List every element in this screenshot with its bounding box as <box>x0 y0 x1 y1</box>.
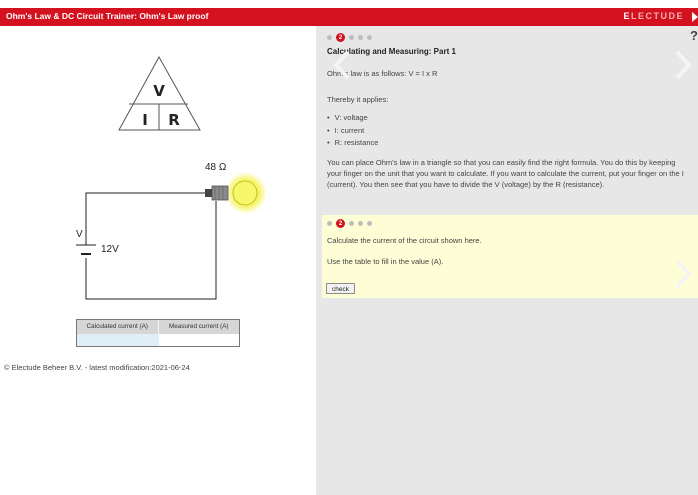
brand-arrow-icon <box>689 11 698 23</box>
copyright-footer: © Electude Beheer B.V. - latest modifica… <box>4 363 190 372</box>
help-button[interactable]: ? <box>690 28 698 43</box>
instruction-text: Use the table to fill in the value (A). <box>327 257 444 266</box>
list-item: R: resistance <box>327 137 379 150</box>
battery-symbol <box>76 244 96 255</box>
calculated-current-input[interactable] <box>77 334 159 346</box>
resistance-label: 48 Ω <box>205 162 227 173</box>
step-dot[interactable] <box>327 221 332 226</box>
current-table: Calculated current (A) Measured current … <box>76 319 240 347</box>
step-indicator-2: 2 <box>327 219 372 228</box>
triangle-r: R <box>168 111 180 129</box>
triangle-v: V <box>153 82 165 100</box>
measured-current-header: Measured current (A) <box>169 323 229 330</box>
instruction-panel: 2 ? Calculating and Measuring: Part 1 Oh… <box>316 26 698 495</box>
list-item: I: current <box>327 125 378 138</box>
triangle-i: I <box>142 111 148 129</box>
voltage-value-label: 12V <box>101 244 119 255</box>
voltage-source-label: V <box>76 229 83 240</box>
list-item: V: voltage <box>327 112 378 125</box>
explanation-paragraph: You can place Ohm's law in a triangle so… <box>327 158 684 190</box>
app-title: Ohm's Law & DC Circuit Trainer: Ohm's La… <box>6 11 209 21</box>
diagram-panel: V I R 48 Ω V 12V Calculated current (A) … <box>0 26 316 495</box>
step-dot[interactable] <box>367 221 372 226</box>
variable-list: V: voltage I: current R: resistance <box>327 112 379 150</box>
step-dot-active[interactable]: 2 <box>336 33 345 42</box>
applies-text: Thereby it applies: <box>327 95 389 104</box>
light-bulb <box>205 172 267 214</box>
question-text: Calculate the current of the circuit sho… <box>327 236 482 245</box>
top-strip <box>0 0 698 8</box>
electude-logo: ELECTUDE <box>623 11 684 21</box>
app-header: Ohm's Law & DC Circuit Trainer: Ohm's La… <box>0 8 698 26</box>
step-dot[interactable] <box>358 35 363 40</box>
step-dot-active[interactable]: 2 <box>336 219 345 228</box>
next-arrow-icon[interactable] <box>673 259 693 289</box>
calculated-current-header: Calculated current (A) <box>77 320 159 334</box>
next-arrow-icon[interactable] <box>673 50 693 80</box>
question-box: 2 Calculate the current of the circuit s… <box>322 215 698 298</box>
step-dot[interactable] <box>367 35 372 40</box>
table-header: Calculated current (A) Measured current … <box>77 320 239 334</box>
step-dot[interactable] <box>327 35 332 40</box>
prev-arrow-icon[interactable] <box>332 50 352 80</box>
step-dot[interactable] <box>349 35 354 40</box>
step-dot[interactable] <box>358 221 363 226</box>
ohms-law-triangle: V I R <box>118 55 201 131</box>
step-indicator-1: 2 <box>327 33 372 42</box>
check-button[interactable]: check <box>326 283 355 294</box>
measured-current-cell <box>159 334 239 346</box>
step-dot[interactable] <box>349 221 354 226</box>
ohms-law-diagram: V I R <box>76 55 267 300</box>
